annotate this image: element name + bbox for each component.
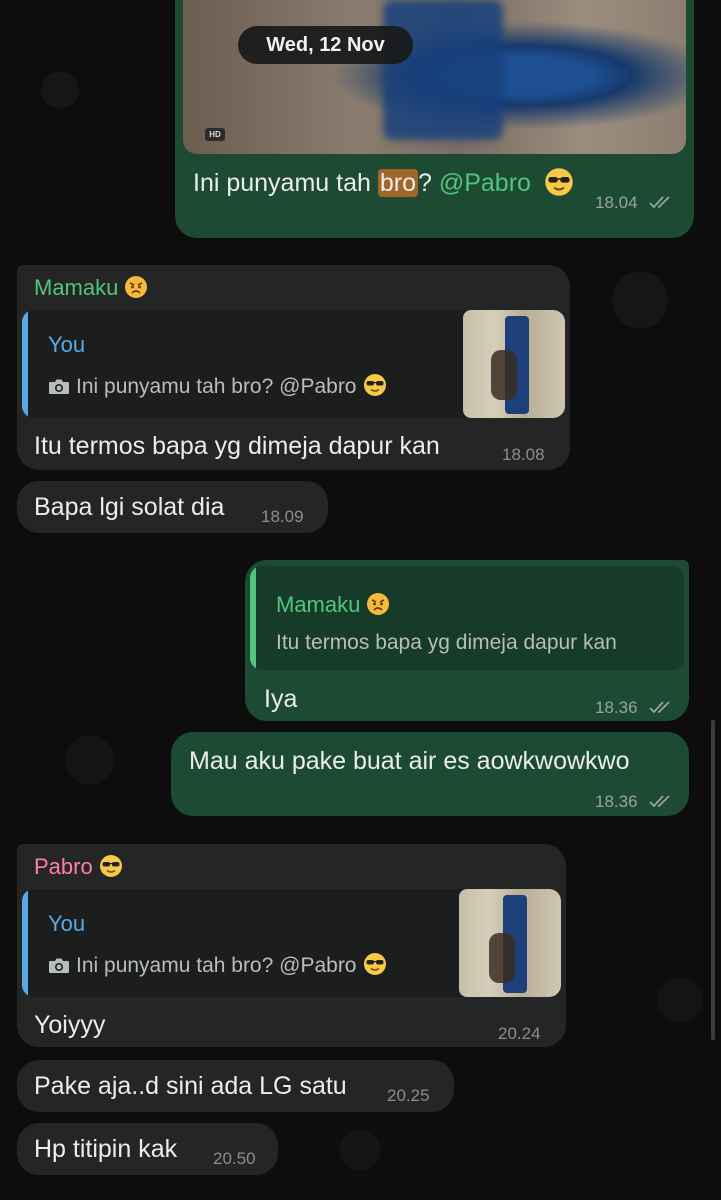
mention-link[interactable]: @Pabro	[439, 169, 531, 197]
message-time: 18.36	[595, 698, 638, 717]
message-incoming-reply[interactable]: Mamaku You Ini punyamu tah bro? @Pabro I…	[17, 265, 570, 470]
quote-sender: Mamaku	[276, 592, 390, 618]
search-highlight: bro	[377, 169, 418, 197]
message-time: 18.04	[595, 193, 638, 212]
message-time: 18.08	[502, 445, 545, 464]
scrollbar[interactable]	[711, 720, 715, 1040]
angry-emoji-icon	[124, 275, 148, 299]
read-ticks-icon	[649, 195, 673, 209]
message-incoming[interactable]: Pake aja..d sini ada LG satu 20.25	[17, 1060, 454, 1112]
quote-text: Ini punyamu tah bro? @Pabro	[48, 373, 387, 399]
quote-thumbnail	[463, 310, 565, 418]
message-text: Ini punyamu tah bro? @Pabro	[193, 167, 574, 198]
quote-bar	[22, 889, 28, 997]
quoted-message[interactable]: You Ini punyamu tah bro? @Pabro	[22, 310, 565, 418]
read-ticks-icon	[649, 794, 673, 808]
sunglasses-emoji-icon	[363, 952, 387, 976]
hd-badge: HD	[205, 128, 225, 141]
quote-bar	[250, 566, 256, 670]
message-text: Hp titipin kak	[34, 1135, 178, 1163]
sunglasses-emoji-icon	[363, 373, 387, 397]
sender-name[interactable]: Pabro	[34, 854, 123, 880]
camera-icon	[48, 957, 70, 974]
image-preview[interactable]: HD	[183, 0, 686, 154]
sunglasses-emoji-icon	[544, 167, 574, 197]
message-incoming[interactable]: Bapa lgi solat dia 18.09	[17, 481, 328, 533]
message-time: 20.25	[387, 1086, 430, 1105]
message-text: Pake aja..d sini ada LG satu	[34, 1072, 347, 1100]
message-text: Yoiyyy	[34, 1011, 106, 1039]
quote-sender: You	[48, 911, 86, 936]
sender-name[interactable]: Mamaku	[34, 275, 148, 301]
message-time: 18.09	[261, 507, 304, 526]
quote-text: Ini punyamu tah bro? @Pabro	[48, 952, 387, 978]
quoted-message[interactable]: Mamaku Itu termos bapa yg dimeja dapur k…	[250, 566, 684, 670]
angry-emoji-icon	[366, 592, 390, 616]
message-text: Bapa lgi solat dia	[34, 493, 225, 521]
quote-text: Itu termos bapa yg dimeja dapur kan	[276, 631, 617, 654]
camera-icon	[48, 378, 70, 395]
message-time: 20.50	[213, 1149, 256, 1168]
message-text: Itu termos bapa yg dimeja dapur kan	[34, 432, 440, 460]
sunglasses-emoji-icon	[99, 854, 123, 878]
message-incoming[interactable]: Hp titipin kak 20.50	[17, 1123, 278, 1175]
quote-thumbnail	[459, 889, 561, 997]
message-outgoing[interactable]: Mau aku pake buat air es aowkwowkwo 18.3…	[171, 732, 689, 816]
quoted-message[interactable]: You Ini punyamu tah bro? @Pabro	[22, 889, 561, 997]
quote-sender: You	[48, 332, 86, 357]
message-time: 20.24	[498, 1024, 541, 1043]
read-ticks-icon	[649, 700, 673, 714]
date-chip: Wed, 12 Nov	[238, 26, 413, 64]
quote-bar	[22, 310, 28, 418]
message-time: 18.36	[595, 792, 638, 811]
message-text: Iya	[264, 685, 298, 713]
message-outgoing-reply[interactable]: Mamaku Itu termos bapa yg dimeja dapur k…	[245, 560, 689, 721]
message-incoming-reply[interactable]: Pabro You Ini punyamu tah bro? @Pabro Yo…	[17, 844, 566, 1047]
message-text: Mau aku pake buat air es aowkwowkwo	[189, 747, 630, 775]
